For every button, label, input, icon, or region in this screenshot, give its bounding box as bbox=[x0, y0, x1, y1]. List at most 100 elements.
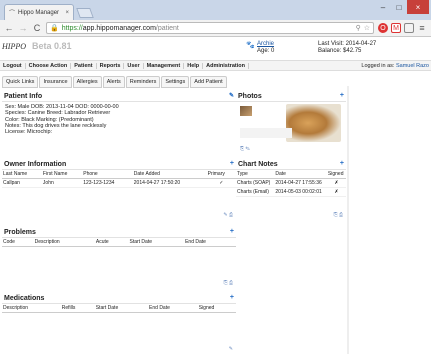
photos-header: Photos + bbox=[236, 92, 346, 102]
add-medication-button[interactable]: + bbox=[230, 294, 234, 301]
patient-info-title: Patient Info bbox=[4, 93, 43, 100]
empty-right-area bbox=[349, 71, 431, 354]
note-date: 2014-05-03 00:02:01 bbox=[274, 187, 327, 197]
lock-icon: 🔒 bbox=[50, 25, 59, 32]
medications-table: Description Refills Start Date End Date … bbox=[2, 304, 236, 313]
edit-patient-icon[interactable]: ✎ bbox=[229, 92, 234, 99]
app-logo[interactable]: HIPPO Beta 0.81 bbox=[2, 41, 72, 51]
tab-reminders[interactable]: Reminders bbox=[125, 76, 161, 88]
menu-icon[interactable]: ≡ bbox=[417, 23, 427, 33]
url-text: https://app.hippomanager.com/patient bbox=[62, 25, 179, 32]
col-acute: Acute bbox=[94, 238, 129, 247]
browser-toolbar: ← → C 🔒 https://app.hippomanager.com/pat… bbox=[0, 20, 431, 37]
tab-close-icon[interactable]: × bbox=[65, 10, 69, 16]
add-photo-button[interactable]: + bbox=[340, 92, 344, 99]
photo-thumbnail[interactable] bbox=[240, 106, 252, 116]
photos-panel: Photos + ⎘ ✎ bbox=[236, 92, 346, 154]
col-phone: Phone bbox=[82, 170, 133, 179]
menu-user[interactable]: User bbox=[124, 62, 144, 69]
col-type: Type bbox=[236, 170, 275, 179]
extension-icons: O M ≡ bbox=[378, 23, 427, 33]
search-icon[interactable]: ⚲ bbox=[356, 24, 361, 32]
medications-actions-icon[interactable]: ✎ bbox=[229, 346, 233, 352]
chart-notes-panel: Chart Notes + Type Date Signed Charts (S… bbox=[236, 160, 346, 220]
tab-quick-links[interactable]: Quick Links bbox=[2, 76, 39, 88]
add-chart-note-button[interactable]: + bbox=[340, 160, 344, 167]
chart-notes-header: Chart Notes + bbox=[236, 160, 346, 170]
patient-name-link[interactable]: Archie bbox=[257, 41, 274, 48]
patient-license: License: Microchip: bbox=[5, 129, 53, 136]
menu-help[interactable]: Help bbox=[184, 62, 204, 69]
photo-caption-box bbox=[240, 128, 292, 138]
minimize-button[interactable]: – bbox=[375, 0, 391, 14]
problems-actions-icons[interactable]: ⎘ ⎙ bbox=[224, 280, 233, 286]
main-menu: Logout Choose Action Patient Reports Use… bbox=[0, 60, 431, 71]
tab-alerts[interactable]: Alerts bbox=[102, 76, 125, 88]
app-header: HIPPO Beta 0.81 🐾 Archie Age: 0 Last Vis… bbox=[0, 38, 431, 60]
menu-administration[interactable]: Administration bbox=[203, 62, 249, 69]
reload-icon[interactable]: C bbox=[32, 23, 42, 33]
note-unsigned-icon: ✗ bbox=[326, 187, 346, 197]
chart-notes-actions-icons[interactable]: ⎘ ⎙ bbox=[334, 212, 343, 218]
tab-settings[interactable]: Settings bbox=[161, 76, 190, 88]
col-date: Date bbox=[274, 170, 327, 179]
col-date-added: Date Added bbox=[132, 170, 207, 179]
logged-in-user-link[interactable]: Samuel Razo bbox=[396, 63, 429, 69]
new-tab-button[interactable] bbox=[76, 8, 94, 18]
owner-date-added: 2014-04-27 17:50:20 bbox=[132, 178, 207, 188]
patient-info-body: Sex: Male DOB: 2013-11-04 DOD: 0000-00-0… bbox=[2, 102, 236, 135]
opera-icon[interactable]: O bbox=[378, 23, 388, 33]
medications-title: Medications bbox=[4, 295, 45, 302]
problems-table: Code Description Acute Start Date End Da… bbox=[2, 238, 236, 247]
col-start-date: Start Date bbox=[94, 304, 149, 313]
note-date: 2014-04-27 17:55:36 bbox=[274, 178, 327, 188]
tab-add-patient[interactable]: Add Patient bbox=[190, 76, 227, 88]
col-end-date: End Date bbox=[184, 238, 236, 247]
window-icon[interactable] bbox=[404, 23, 414, 33]
menu-management[interactable]: Management bbox=[144, 62, 185, 69]
url-host: app.hippomanager.com bbox=[82, 24, 156, 32]
balance: Balance: $42.75 bbox=[318, 48, 362, 54]
owner-info-header: Owner Information + bbox=[2, 160, 236, 170]
add-problem-button[interactable]: + bbox=[230, 228, 234, 235]
owner-info-title: Owner Information bbox=[4, 161, 67, 168]
last-visit: Last Visit: 2014-04-27 bbox=[318, 41, 377, 47]
menu-reports[interactable]: Reports bbox=[97, 62, 125, 69]
patient-age: Age: 0 bbox=[257, 48, 275, 54]
maximize-button[interactable]: □ bbox=[391, 0, 407, 14]
patient-subtabs: Quick Links Insurance Allergies Alerts R… bbox=[2, 76, 227, 88]
tab-insurance[interactable]: Insurance bbox=[39, 76, 72, 88]
back-icon[interactable]: ← bbox=[4, 23, 14, 33]
menu-choose-action[interactable]: Choose Action bbox=[26, 62, 72, 69]
menu-logout[interactable]: Logout bbox=[0, 62, 26, 69]
gmail-icon[interactable]: M bbox=[391, 23, 401, 33]
logo-text: HIPPO bbox=[2, 42, 26, 51]
owner-primary-check-icon: ✓ bbox=[206, 178, 236, 188]
col-primary: Primary bbox=[206, 170, 236, 179]
tab-allergies[interactable]: Allergies bbox=[72, 76, 102, 88]
bookmark-star-icon[interactable]: ☆ bbox=[364, 24, 370, 32]
address-bar[interactable]: 🔒 https://app.hippomanager.com/patient ⚲… bbox=[46, 22, 374, 34]
problems-panel: Problems + Code Description Acute Start … bbox=[2, 228, 236, 286]
photo-main[interactable] bbox=[286, 104, 341, 142]
close-window-button[interactable]: × bbox=[407, 0, 429, 14]
forward-icon[interactable]: → bbox=[18, 23, 28, 33]
table-row[interactable]: Callpan John 123-123-1234 2014-04-27 17:… bbox=[2, 178, 236, 188]
add-owner-button[interactable]: + bbox=[230, 160, 234, 167]
menu-patient[interactable]: Patient bbox=[71, 62, 97, 69]
note-unsigned-icon: ✗ bbox=[326, 178, 346, 188]
hippo-favicon-icon: ⌒ bbox=[9, 11, 16, 17]
table-row[interactable]: Charts (Email) 2014-05-03 00:02:01 ✗ bbox=[236, 187, 346, 197]
owner-phone: 123-123-1234 bbox=[82, 178, 133, 188]
browser-tab[interactable]: ⌒ Hippo Manager × bbox=[4, 4, 74, 20]
chart-notes-table-header: Type Date Signed bbox=[236, 170, 346, 179]
logged-in-prefix: Logged in as: bbox=[361, 63, 395, 69]
owner-first-name: John bbox=[41, 178, 83, 188]
tab-title: Hippo Manager bbox=[18, 9, 60, 16]
table-row[interactable]: Charts (SOAP) 2014-04-27 17:55:36 ✗ bbox=[236, 178, 346, 188]
chart-notes-table: Type Date Signed Charts (SOAP) 2014-04-2… bbox=[236, 170, 346, 197]
patient-avatar-icon: 🐾 bbox=[246, 42, 255, 49]
col-refills: Refills bbox=[60, 304, 95, 313]
owner-edit-print-icons[interactable]: ✎ ⎙ bbox=[223, 212, 233, 218]
photo-actions-icon[interactable]: ⎘ ✎ bbox=[240, 146, 250, 152]
